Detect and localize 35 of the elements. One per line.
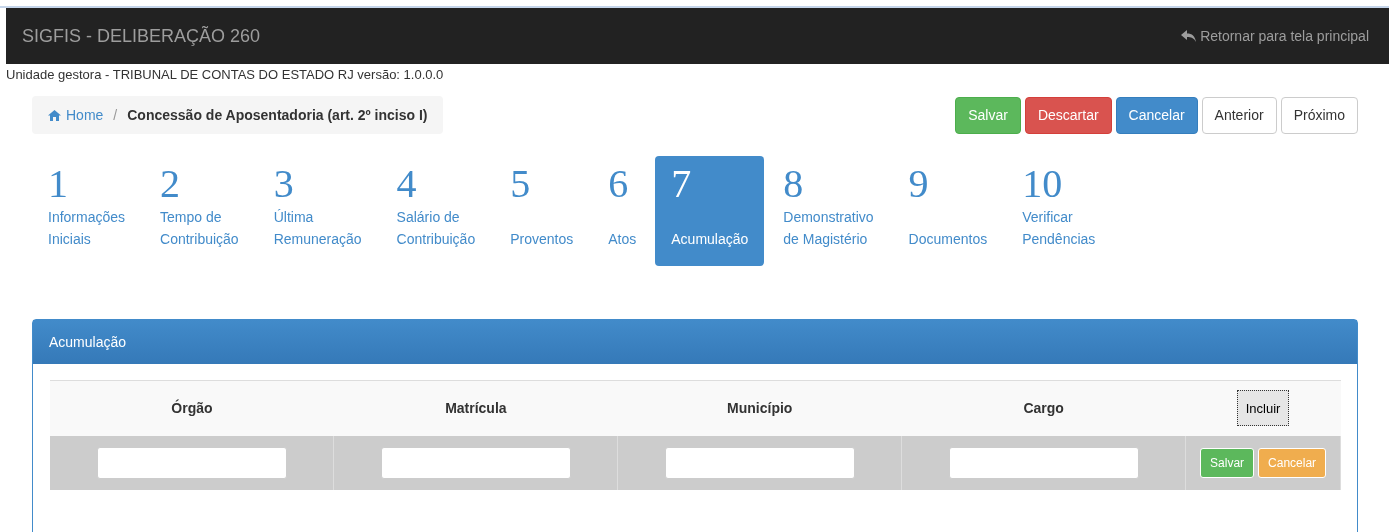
action-button[interactable]: Descartar bbox=[1024, 96, 1112, 134]
panel-title: Acumulação bbox=[49, 334, 127, 350]
wizard-step[interactable]: 7 Acumulação bbox=[655, 156, 765, 266]
action-button[interactable]: Próximo bbox=[1280, 96, 1358, 134]
column-header: Cargo bbox=[901, 380, 1186, 436]
input-field[interactable] bbox=[96, 446, 287, 479]
column-header: Matrícula bbox=[333, 380, 618, 436]
wizard-step[interactable]: 6 Atos bbox=[592, 156, 653, 266]
column-header: Órgão bbox=[50, 380, 334, 436]
reply-icon bbox=[1181, 29, 1197, 43]
action-button[interactable]: Salvar bbox=[955, 96, 1021, 134]
action-button[interactable]: Cancelar bbox=[1115, 96, 1198, 134]
home-icon bbox=[48, 109, 61, 121]
input-field[interactable] bbox=[380, 446, 571, 479]
wizard-step[interactable]: 1 Informações Iniciais bbox=[32, 156, 142, 266]
wizard-step[interactable]: 10 Verificar Pendências bbox=[1006, 156, 1112, 266]
home-link[interactable]: Home bbox=[48, 107, 104, 123]
breadcrumb-separator: / bbox=[113, 107, 118, 123]
input-field[interactable] bbox=[948, 446, 1139, 479]
return-link[interactable]: Retornar para tela principal bbox=[1181, 28, 1369, 44]
action-button[interactable]: Anterior bbox=[1201, 96, 1277, 134]
input-field[interactable] bbox=[664, 446, 855, 479]
add-button[interactable]: Incluir bbox=[1236, 390, 1290, 427]
app-title: SIGFIS - DELIBERAÇÃO 260 bbox=[22, 25, 261, 47]
column-header: Município bbox=[617, 380, 902, 436]
info-line: Unidade gestora - TRIBUNAL DE CONTAS DO ESTADO RJ versão: 1.0.0.0 bbox=[5, 66, 445, 84]
wizard-step[interactable]: 4 Salário de Contribuição bbox=[380, 156, 492, 266]
wizard-step[interactable]: 8 Demonstrativo de Magistério bbox=[767, 156, 890, 266]
wizard-step[interactable]: 3 Última Remuneração bbox=[257, 156, 378, 266]
wizard-step[interactable]: 5 Proventos bbox=[494, 156, 590, 266]
breadcrumb-current: Concessão de Aposentadoria (art. 2º inciso I) bbox=[127, 107, 428, 123]
row-button[interactable]: Cancelar bbox=[1258, 447, 1327, 478]
wizard-step[interactable]: 9 Documentos bbox=[892, 156, 1004, 266]
wizard-step[interactable]: 2 Tempo de Contribuição bbox=[144, 156, 255, 266]
row-button[interactable]: Salvar bbox=[1200, 447, 1255, 478]
